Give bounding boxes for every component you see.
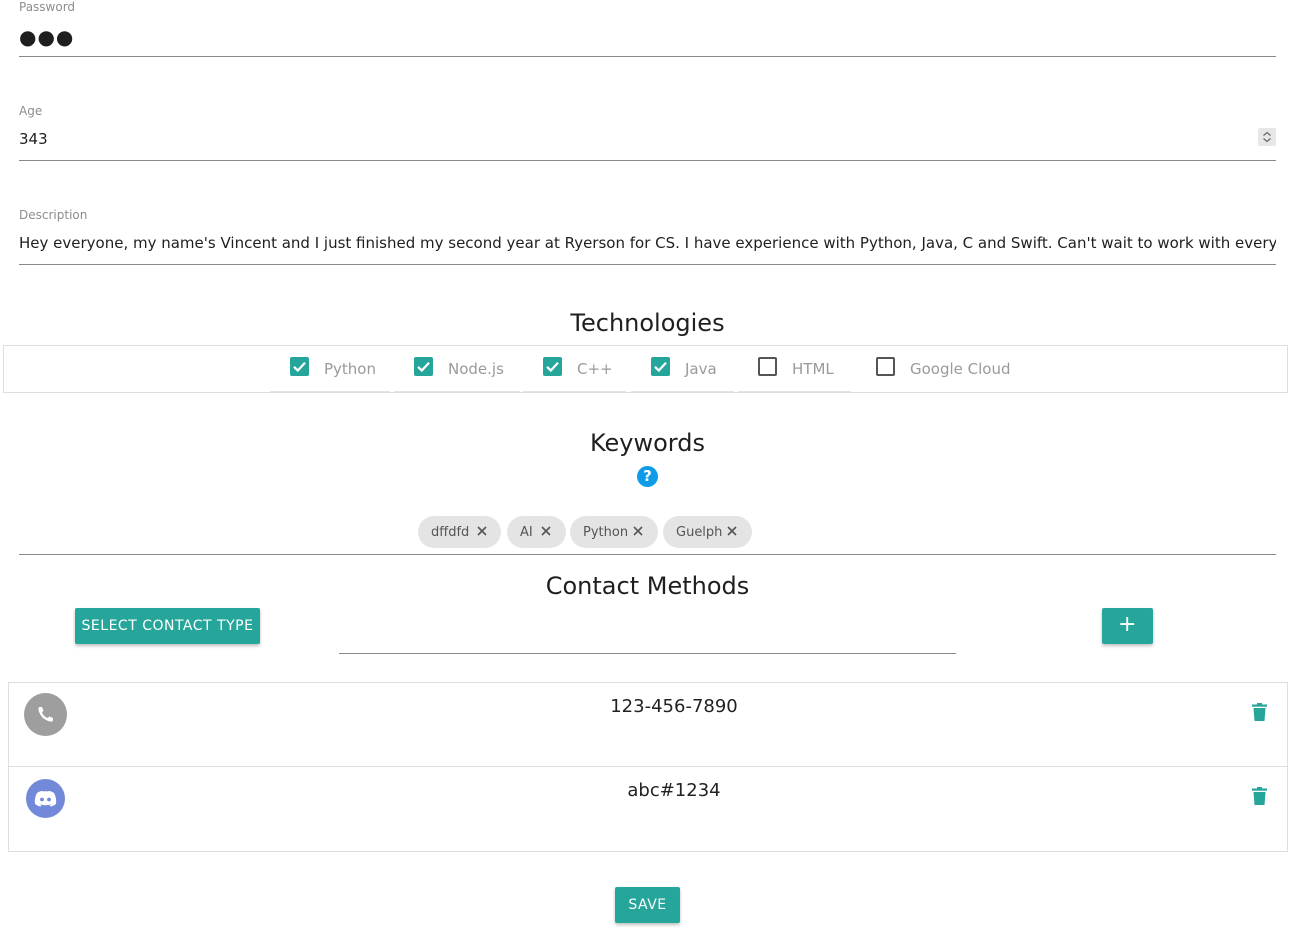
select-contact-type-button[interactable]: SELECT CONTACT TYPE — [75, 608, 260, 644]
chip-label: Python — [583, 525, 629, 540]
checkbox-icon[interactable] — [414, 357, 433, 376]
close-icon[interactable] — [725, 524, 739, 538]
tech-checkbox-cpp[interactable]: C++ — [523, 346, 626, 392]
discord-icon — [26, 779, 65, 818]
tech-checkbox-java[interactable]: Java — [631, 346, 734, 392]
tech-checkbox-python[interactable]: Python — [270, 346, 390, 392]
checkbox-icon[interactable] — [651, 357, 670, 376]
tech-checkbox-html[interactable]: HTML — [738, 346, 851, 392]
description-field[interactable]: Description Hey everyone, my name's Vinc… — [19, 208, 1276, 265]
tech-label: Python — [324, 360, 376, 378]
tech-label: Node.js — [448, 360, 504, 378]
keyword-chip: Guelph — [663, 516, 752, 548]
keyword-chip: dffdfd — [418, 516, 501, 548]
technologies-group: Python Node.js C++ Java HTML Google Clou… — [3, 345, 1288, 393]
question-icon[interactable]: ? — [637, 466, 658, 487]
checkbox-icon[interactable] — [290, 357, 309, 376]
password-label: Password — [19, 0, 76, 14]
chip-label: dffdfd — [431, 525, 470, 540]
password-field[interactable]: Password ●●● — [19, 0, 1276, 57]
age-stepper[interactable] — [1258, 128, 1276, 146]
close-icon[interactable] — [631, 524, 645, 538]
age-input[interactable]: 343 — [19, 130, 48, 148]
trash-icon[interactable] — [1252, 703, 1267, 721]
contact-value-input[interactable] — [339, 653, 956, 654]
add-contact-button[interactable]: + — [1102, 608, 1153, 644]
keywords-input-underline[interactable] — [19, 554, 1276, 555]
save-button[interactable]: SAVE — [615, 887, 680, 923]
chip-label: AI — [520, 525, 533, 540]
chip-label: Guelph — [676, 525, 723, 540]
tech-checkbox-nodejs[interactable]: Node.js — [394, 346, 520, 392]
contact-value: abc#1234 — [627, 780, 721, 801]
age-label: Age — [19, 104, 43, 118]
checkbox-icon[interactable] — [543, 357, 562, 376]
trash-icon[interactable] — [1252, 787, 1267, 805]
contact-list: 123-456-7890 abc#1234 — [8, 682, 1288, 852]
tech-checkbox-google-cloud[interactable]: Google Cloud — [856, 346, 1016, 392]
keyword-chip: Python — [570, 516, 658, 548]
close-icon[interactable] — [539, 524, 553, 538]
list-item: 123-456-7890 — [9, 683, 1287, 767]
password-input[interactable]: ●●● — [19, 25, 74, 49]
tech-label: Java — [685, 360, 717, 378]
checkbox-icon[interactable] — [876, 357, 895, 376]
description-label: Description — [19, 208, 88, 222]
age-field[interactable]: Age 343 — [19, 104, 1276, 161]
keywords-title: Keywords — [589, 429, 705, 457]
phone-icon — [24, 693, 67, 736]
close-icon[interactable] — [475, 524, 489, 538]
tech-label: Google Cloud — [910, 360, 1011, 378]
list-item: abc#1234 — [9, 767, 1287, 851]
checkbox-icon[interactable] — [758, 357, 777, 376]
contact-methods-title: Contact Methods — [545, 572, 750, 600]
tech-label: HTML — [792, 360, 834, 378]
contact-value: 123-456-7890 — [610, 696, 738, 717]
description-input[interactable]: Hey everyone, my name's Vincent and I ju… — [19, 234, 1276, 252]
tech-label: C++ — [577, 360, 613, 378]
technologies-title: Technologies — [570, 309, 725, 337]
keyword-chip: AI — [507, 516, 566, 548]
